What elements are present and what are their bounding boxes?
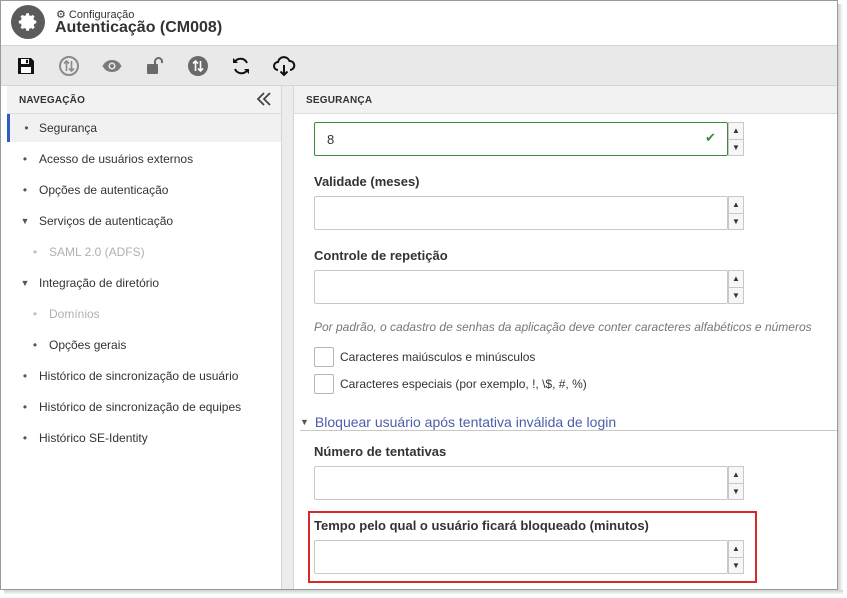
sidebar-item-label: Acesso de usuários externos xyxy=(39,152,194,166)
attempts-input[interactable] xyxy=(314,466,728,500)
caret-down-icon: ▼ xyxy=(20,278,30,288)
sidebar-item-label: Opções de autenticação xyxy=(39,183,169,197)
bullet-icon: • xyxy=(32,338,38,352)
window-shadow xyxy=(838,4,843,594)
sidebar-item-acesso-usuarios-externos[interactable]: • Acesso de usuários externos xyxy=(7,145,281,173)
spin-down-icon[interactable]: ▼ xyxy=(728,213,744,230)
sidebar-item-label: Histórico de sincronização de usuário xyxy=(39,369,239,383)
bullet-icon: • xyxy=(22,369,28,383)
checkbox-label: Caracteres maiúsculos e minúsculos xyxy=(340,350,536,364)
cloud-download-icon xyxy=(273,56,296,77)
uppercase-lowercase-option: Caracteres maiúsculos e minúsculos xyxy=(314,347,535,367)
sync-arrows-icon xyxy=(188,56,208,76)
page-header: ⚙ Configuração Autenticação (CM008) xyxy=(1,1,837,45)
sidebar-item-integracao-diretorio[interactable]: ▼ Integração de diretório xyxy=(7,269,281,297)
app-window: ⚙ Configuração Autenticação (CM008) NAVE… xyxy=(0,0,838,590)
repetition-label: Controle de repetição xyxy=(314,248,448,263)
sidebar-item-opcoes-autenticacao[interactable]: • Opções de autenticação xyxy=(7,176,281,204)
bullet-icon: • xyxy=(22,152,28,166)
toolbar xyxy=(1,45,837,86)
sidebar-item-saml[interactable]: • SAML 2.0 (ADFS) xyxy=(7,238,281,266)
sidebar-item-label: Integração de diretório xyxy=(39,276,160,290)
floppy-disk-icon xyxy=(18,58,34,74)
spin-down-icon[interactable]: ▼ xyxy=(728,287,744,304)
navigation-header: NAVEGAÇÃO xyxy=(7,86,281,114)
sidebar-item-label: Serviços de autenticação xyxy=(39,214,174,228)
lock-time-stepper: ▲ ▼ xyxy=(728,540,744,574)
lock-time-label: Tempo pelo qual o usuário ficará bloquea… xyxy=(314,518,649,533)
sidebar-item-label: Opções gerais xyxy=(49,338,127,352)
sidebar-item-label: Histórico SE-Identity xyxy=(39,431,148,445)
page-title: Autenticação (CM008) xyxy=(55,19,223,36)
attempts-stepper: ▲ ▼ xyxy=(728,466,744,500)
spin-down-icon[interactable]: ▼ xyxy=(728,557,744,574)
bullet-icon: • xyxy=(22,431,28,445)
sidebar-item-label: Domínios xyxy=(49,307,100,321)
password-hint: Por padrão, o cadastro de senhas da apli… xyxy=(314,320,812,334)
view-button[interactable] xyxy=(100,54,124,78)
caret-down-icon: ▼ xyxy=(20,216,30,226)
sidebar-item-historico-sync-equipes[interactable]: • Histórico de sincronização de equipes xyxy=(7,393,281,421)
spin-up-icon[interactable]: ▲ xyxy=(728,466,744,484)
lock-section-toggle[interactable]: ▼ Bloquear usuário após tentativa inváli… xyxy=(300,413,837,431)
sidebar-item-dominios[interactable]: • Domínios xyxy=(7,300,281,328)
attempts-label: Número de tentativas xyxy=(314,444,447,459)
refresh-button[interactable] xyxy=(229,54,253,78)
spin-up-icon[interactable]: ▲ xyxy=(728,196,744,214)
bullet-icon: • xyxy=(32,307,38,321)
special-chars-checkbox[interactable] xyxy=(314,374,334,394)
spin-down-icon[interactable]: ▼ xyxy=(728,139,744,156)
special-chars-option: Caracteres especiais (por exemplo, !, \$… xyxy=(314,374,587,394)
save-button[interactable] xyxy=(14,54,38,78)
caret-down-icon: ▼ xyxy=(300,416,309,427)
sidebar-item-historico-sync-usuario[interactable]: • Histórico de sincronização de usuário xyxy=(7,362,281,390)
unlock-icon xyxy=(147,57,163,74)
bullet-icon: • xyxy=(24,121,29,135)
lock-time-input[interactable] xyxy=(314,540,728,574)
eye-icon xyxy=(102,60,122,72)
cloud-download-button[interactable] xyxy=(272,54,296,78)
security-header: SEGURANÇA xyxy=(294,86,837,114)
sidebar-item-opcoes-gerais[interactable]: • Opções gerais xyxy=(7,331,281,359)
validity-stepper: ▲ ▼ xyxy=(728,196,744,230)
sync-button[interactable] xyxy=(186,54,210,78)
bullet-icon: • xyxy=(32,245,38,259)
sidebar-item-seguranca[interactable]: • Segurança xyxy=(7,114,281,142)
refresh-icon xyxy=(233,57,249,75)
sidebar-item-label: Segurança xyxy=(39,121,98,135)
double-chevron-left-icon[interactable] xyxy=(255,90,273,108)
repetition-input[interactable] xyxy=(314,270,728,304)
spin-down-icon[interactable]: ▼ xyxy=(728,483,744,500)
password-length-stepper: ▲ ▼ xyxy=(728,122,744,156)
validity-label: Validade (meses) xyxy=(314,174,420,189)
sidebar-item-servicos-autenticacao[interactable]: ▼ Serviços de autenticação xyxy=(7,207,281,235)
sidebar-item-historico-se-identity[interactable]: • Histórico SE-Identity xyxy=(7,424,281,452)
password-length-input[interactable] xyxy=(314,122,728,156)
security-panel: SEGURANÇA ✔ ▲ ▼ Validade (meses) ▲ ▼ Con… xyxy=(293,86,837,589)
bullet-icon: • xyxy=(22,183,28,197)
uppercase-lowercase-checkbox[interactable] xyxy=(314,347,334,367)
spin-up-icon[interactable]: ▲ xyxy=(728,270,744,288)
panel-splitter[interactable] xyxy=(282,86,293,589)
window-shadow xyxy=(4,590,843,595)
bullet-icon: • xyxy=(22,400,28,414)
sync-arrows-icon xyxy=(59,56,79,76)
checkmark-icon: ✔ xyxy=(705,130,716,145)
unlock-button[interactable] xyxy=(143,54,167,78)
checkbox-label: Caracteres especiais (por exemplo, !, \$… xyxy=(340,377,587,391)
sidebar-item-label: Histórico de sincronização de equipes xyxy=(39,400,242,414)
lock-section-title: Bloquear usuário após tentativa inválida… xyxy=(314,413,617,430)
navigation-panel: NAVEGAÇÃO • Segurança • Acesso de usuári… xyxy=(7,86,282,589)
spin-up-icon[interactable]: ▲ xyxy=(728,540,744,558)
gear-icon xyxy=(11,5,45,39)
sidebar-item-label: SAML 2.0 (ADFS) xyxy=(49,245,145,259)
validity-input[interactable] xyxy=(314,196,728,230)
sync-disabled-button[interactable] xyxy=(57,54,81,78)
spin-up-icon[interactable]: ▲ xyxy=(728,122,744,140)
repetition-stepper: ▲ ▼ xyxy=(728,270,744,304)
